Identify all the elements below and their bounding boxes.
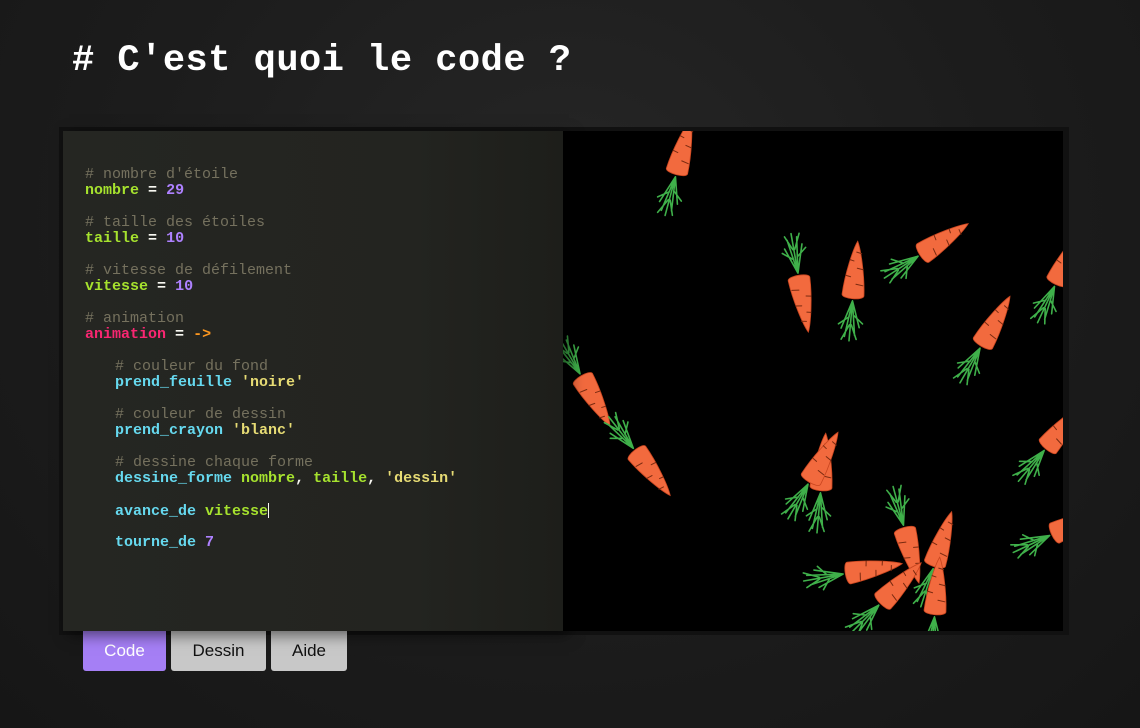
code-comma: ,: [295, 470, 305, 487]
code-line: animation = ->: [85, 327, 457, 343]
text-cursor: [268, 503, 270, 518]
code-operator: =: [175, 326, 185, 343]
code-line: # vitesse de défilement: [85, 263, 457, 279]
code-variable: nombre: [85, 182, 140, 199]
code-line: nombre = 29: [85, 183, 457, 199]
drawing-canvas[interactable]: [563, 131, 1063, 631]
carrot-icon: [652, 131, 704, 220]
carrot-icon: [836, 239, 871, 343]
code-comment: # nombre d'étoile: [85, 166, 239, 183]
code-function: prend_crayon: [115, 422, 224, 439]
code-line: # couleur de dessin: [85, 407, 457, 423]
carrot-icon: [1008, 396, 1063, 490]
code-line: # couleur du fond: [85, 359, 457, 375]
carrot-icon: [598, 408, 681, 504]
tab-aide[interactable]: Aide: [271, 631, 347, 671]
code-operator: =: [157, 278, 167, 295]
code-number: 29: [166, 182, 185, 199]
tab-code[interactable]: Code: [83, 631, 166, 671]
code-operator: =: [148, 182, 158, 199]
carrot-icon: [877, 212, 976, 289]
code-function-name: animation: [85, 326, 167, 343]
code-string: 'dessin': [385, 470, 458, 487]
code-comment: # couleur du fond: [115, 358, 269, 375]
code-variable: nombre: [241, 470, 296, 487]
carrot-icon: [918, 555, 953, 631]
code-variable: taille: [313, 470, 368, 487]
code-comment: # taille des étoiles: [85, 214, 266, 231]
code-number: 10: [166, 230, 185, 247]
code-variable: vitesse: [205, 503, 269, 520]
code-variable: taille: [85, 230, 140, 247]
code-function: avance_de: [115, 503, 197, 520]
code-line: # taille des étoiles: [85, 215, 457, 231]
code-comment: # animation: [85, 310, 185, 327]
code-line: avance_de vitesse: [85, 503, 457, 520]
code-editor[interactable]: # nombre d'étoile nombre = 29 # taille d…: [63, 131, 563, 631]
code-number: 10: [175, 278, 194, 295]
code-line: taille = 10: [85, 231, 457, 247]
code-line: # dessine chaque forme: [85, 455, 457, 471]
code-number: 7: [205, 534, 215, 551]
code-line: vitesse = 10: [85, 279, 457, 295]
carrot-icon: [948, 289, 1022, 390]
code-arrow: ->: [193, 326, 212, 343]
code-function: tourne_de: [115, 534, 197, 551]
canvas-drawing: [563, 131, 1063, 631]
code-line: prend_crayon 'blanc': [85, 423, 457, 439]
code-comment: # vitesse de défilement: [85, 262, 293, 279]
code-line: # animation: [85, 311, 457, 327]
code-comma: ,: [367, 470, 377, 487]
code-line: # nombre d'étoile: [85, 167, 457, 183]
code-function: dessine_forme: [115, 470, 233, 487]
tab-bar: Code Dessin Aide: [83, 631, 347, 671]
carrot-icon: [1025, 226, 1063, 329]
code-comment: # dessine chaque forme: [115, 454, 314, 471]
code-variable: vitesse: [85, 278, 149, 295]
code-line: tourne_de 7: [85, 535, 457, 551]
code-operator: =: [148, 230, 158, 247]
page-title: # C'est quoi le code ?: [72, 40, 572, 82]
carrot-icon: [778, 230, 821, 336]
tab-dessin[interactable]: Dessin: [171, 631, 266, 671]
carrot-icon: [1007, 498, 1063, 565]
code-content[interactable]: # nombre d'étoile nombre = 29 # taille d…: [85, 167, 457, 551]
code-string: 'blanc': [232, 422, 296, 439]
code-line: dessine_forme nombre, taille, 'dessin': [85, 471, 457, 487]
carrot-icon: [563, 332, 622, 433]
code-line: prend_feuille 'noire': [85, 375, 457, 391]
code-comment: # couleur de dessin: [115, 406, 287, 423]
code-string: 'noire': [241, 374, 305, 391]
code-function: prend_feuille: [115, 374, 233, 391]
